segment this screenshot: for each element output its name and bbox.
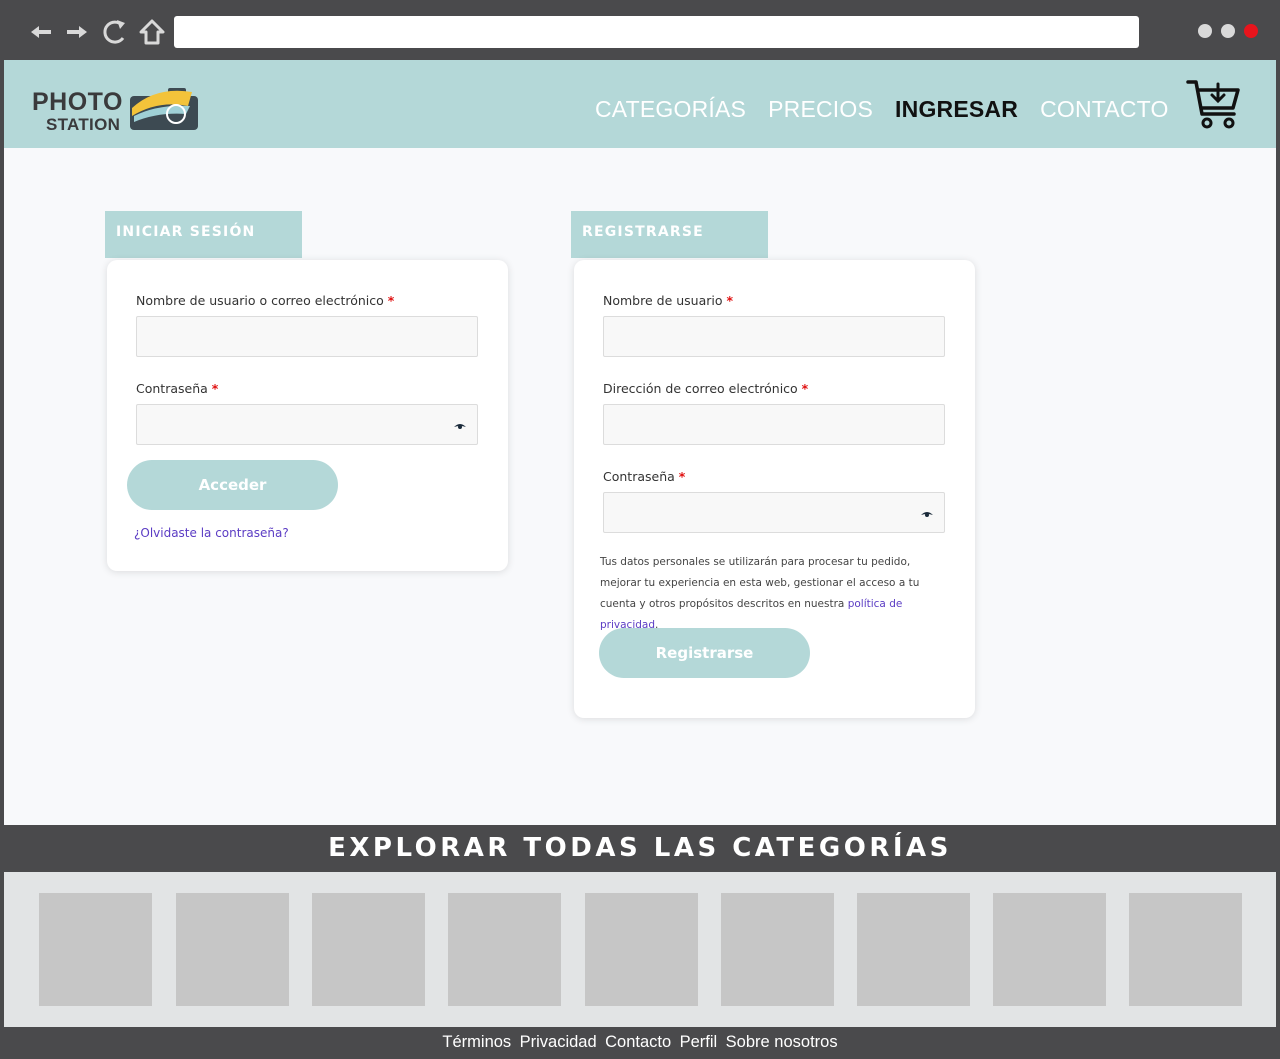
footer-link-privacidad[interactable]: Privacidad [520,1033,597,1051]
category-thumbnail[interactable] [448,893,561,1006]
site-header: PHOTO STATION CATEGORÍAS PRECIOS INGRESA… [4,60,1276,148]
browser-nav [28,14,166,50]
category-thumbnail[interactable] [721,893,834,1006]
required-mark: * [211,381,219,396]
address-bar[interactable] [174,16,1139,48]
footer-link-terminos[interactable]: Términos [442,1033,511,1051]
camera-logo-icon [130,88,198,130]
register-email-input[interactable] [603,404,945,445]
category-thumbnail[interactable] [176,893,289,1006]
register-password-label: Contraseña * [603,469,685,484]
register-email-label-text: Dirección de correo electrónico [603,381,798,396]
show-password-eye-icon[interactable] [920,507,934,525]
footer-link-perfil[interactable]: Perfil [680,1033,718,1051]
nav-precios[interactable]: PRECIOS [768,96,873,123]
category-thumbnail[interactable] [1129,893,1242,1006]
cart-icon[interactable] [1186,76,1242,137]
page: PHOTO STATION CATEGORÍAS PRECIOS INGRESA… [4,60,1276,1027]
required-mark: * [678,469,686,484]
logo[interactable]: PHOTO STATION [32,78,204,134]
login-card: Nombre de usuario o correo electrónico *… [107,260,508,571]
reload-icon[interactable] [100,14,128,50]
nav-ingresar[interactable]: INGRESAR [895,96,1018,123]
register-card: Nombre de usuario * Dirección de correo … [574,260,975,718]
login-tab: INICIAR SESIÓN [105,211,302,258]
footer-link-sobre-nosotros[interactable]: Sobre nosotros [726,1033,838,1051]
register-submit-button[interactable]: Registrarse [599,628,810,678]
category-thumbnails [4,872,1276,1027]
login-password-label-text: Contraseña [136,381,208,396]
main-nav: CATEGORÍAS PRECIOS INGRESAR CONTACTO [595,96,1191,123]
category-thumbnail[interactable] [39,893,152,1006]
register-email-label: Dirección de correo electrónico * [603,381,808,396]
footer-link-contacto[interactable]: Contacto [605,1033,671,1051]
category-thumbnail[interactable] [993,893,1106,1006]
privacy-notice: Tus datos personales se utilizarán para … [600,552,950,636]
nav-categorias[interactable]: CATEGORÍAS [595,96,746,123]
login-password-label: Contraseña * [136,381,218,396]
category-thumbnail[interactable] [312,893,425,1006]
nav-contacto[interactable]: CONTACTO [1040,96,1169,123]
login-username-label: Nombre de usuario o correo electrónico * [136,293,394,308]
window-dot[interactable] [1221,24,1235,38]
register-password-label-text: Contraseña [603,469,675,484]
home-icon[interactable] [138,14,166,50]
logo-text-photo: PHOTO [32,88,123,116]
footer: Términos Privacidad Contacto Perfil Sobr… [0,1027,1280,1059]
window-dot[interactable] [1198,24,1212,38]
forgot-password-link[interactable]: ¿Olvidaste la contraseña? [134,526,289,540]
required-mark: * [387,293,395,308]
category-thumbnail[interactable] [585,893,698,1006]
required-mark: * [801,381,809,396]
back-arrow-icon[interactable] [28,14,54,50]
window-close-dot[interactable] [1244,24,1258,38]
explore-categories-title: EXPLORAR TODAS LAS CATEGORÍAS [4,825,1276,872]
register-password-input[interactable] [603,492,945,533]
register-username-input[interactable] [603,316,945,357]
register-username-label: Nombre de usuario * [603,293,733,308]
show-password-eye-icon[interactable] [453,419,467,437]
browser-chrome [0,0,1280,60]
required-mark: * [726,293,734,308]
window-controls [1198,24,1258,38]
login-username-input[interactable] [136,316,478,357]
category-thumbnail[interactable] [857,893,970,1006]
register-tab: REGISTRARSE [571,211,768,258]
login-submit-button[interactable]: Acceder [127,460,338,510]
login-password-input[interactable] [136,404,478,445]
login-username-label-text: Nombre de usuario o correo electrónico [136,293,384,308]
forward-arrow-icon[interactable] [64,14,90,50]
register-username-label-text: Nombre de usuario [603,293,723,308]
logo-text-station: STATION [46,115,121,134]
